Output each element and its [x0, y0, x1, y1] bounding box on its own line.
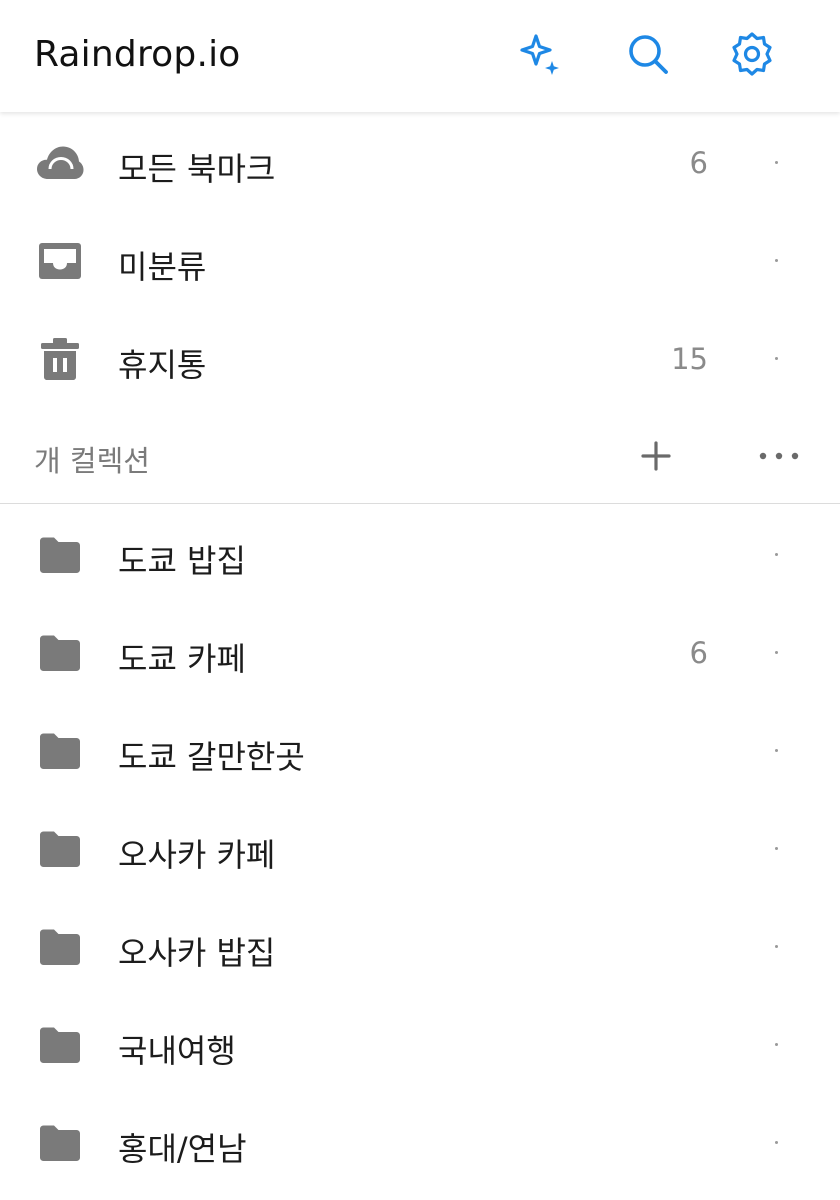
cloud-icon — [36, 141, 84, 185]
section-title: 개 컬렉션 — [34, 444, 150, 478]
settings-button[interactable] — [724, 26, 780, 82]
collection-label: 도쿄 밥집 — [118, 542, 246, 580]
row-menu-dot[interactable] — [770, 340, 782, 376]
sparkle-icon — [520, 34, 559, 75]
collections-section-header: 개 컬렉션 — [0, 408, 840, 504]
app-title: Raindrop.io — [34, 34, 241, 75]
nav-item-label: 미분류 — [118, 248, 207, 286]
collection-label: 홍대/연남 — [118, 1130, 247, 1168]
row-menu-dot[interactable] — [770, 536, 782, 572]
collection-item[interactable]: 국내여행 — [0, 996, 840, 1094]
row-menu-dot[interactable] — [770, 830, 782, 866]
ai-assistant-button[interactable] — [512, 26, 568, 82]
row-menu-dot[interactable] — [770, 1124, 782, 1160]
more-icon — [759, 452, 799, 460]
collection-label: 오사카 카페 — [118, 836, 276, 874]
nav-item-label: 모든 북마크 — [118, 150, 276, 188]
collection-label: 도쿄 갈만한곳 — [118, 738, 305, 776]
gear-icon — [732, 32, 772, 76]
collection-item[interactable]: 도쿄 갈만한곳 — [0, 702, 840, 800]
row-menu-dot[interactable] — [770, 634, 782, 670]
nav-item-unsorted[interactable]: 미분류 — [0, 212, 840, 310]
row-menu-dot[interactable] — [770, 928, 782, 964]
collection-item[interactable]: 홍대/연남 — [0, 1094, 840, 1192]
collection-item[interactable]: 도쿄 카페 6 — [0, 604, 840, 702]
add-collection-button[interactable] — [632, 432, 680, 480]
search-icon — [629, 35, 668, 74]
nav-item-label: 휴지통 — [118, 346, 207, 384]
app-header: Raindrop.io — [0, 0, 840, 112]
collection-label: 국내여행 — [118, 1032, 236, 1070]
nav-item-all-bookmarks[interactable]: 모든 북마크 6 — [0, 114, 840, 212]
collection-item[interactable]: 오사카 밥집 — [0, 898, 840, 996]
folder-icon — [36, 1121, 84, 1165]
collection-item[interactable]: 오사카 카페 — [0, 800, 840, 898]
folder-icon — [36, 827, 84, 871]
folder-icon — [36, 631, 84, 675]
row-menu-dot[interactable] — [770, 144, 782, 180]
row-menu-dot[interactable] — [770, 1026, 782, 1062]
folder-icon — [36, 925, 84, 969]
inbox-icon — [36, 239, 84, 283]
bookmark-count: 6 — [689, 146, 708, 180]
plus-icon — [641, 441, 671, 471]
row-menu-dot[interactable] — [770, 242, 782, 278]
nav-item-trash[interactable]: 휴지통 15 — [0, 310, 840, 408]
section-divider — [0, 503, 840, 504]
collection-label: 오사카 밥집 — [118, 934, 276, 972]
row-menu-dot[interactable] — [770, 732, 782, 768]
bookmark-count: 15 — [671, 342, 708, 376]
collection-item[interactable]: 도쿄 밥집 — [0, 506, 840, 604]
more-options-button[interactable] — [755, 432, 803, 480]
search-button[interactable] — [620, 26, 676, 82]
collection-label: 도쿄 카페 — [118, 640, 246, 678]
folder-icon — [36, 533, 84, 577]
trash-icon — [36, 337, 84, 381]
folder-icon — [36, 729, 84, 773]
collection-count: 6 — [689, 636, 708, 670]
folder-icon — [36, 1023, 84, 1067]
